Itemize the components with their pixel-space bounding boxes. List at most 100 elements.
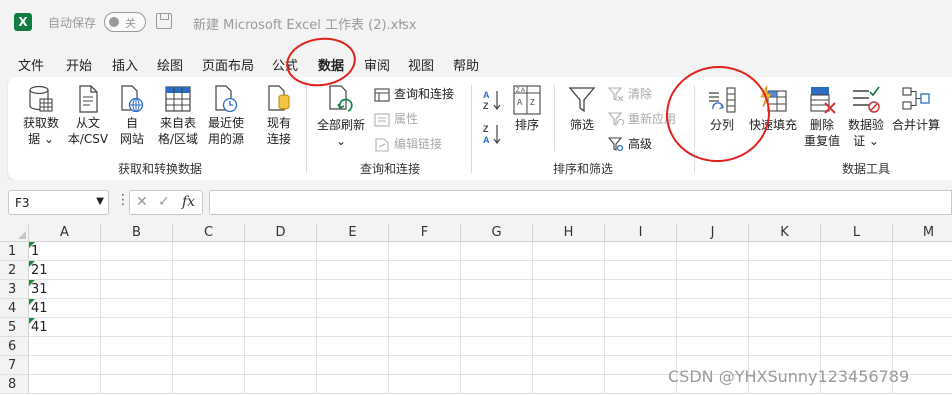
- cell-b4[interactable]: [101, 299, 173, 318]
- column-header-i[interactable]: I: [605, 224, 677, 242]
- insert-function-icon[interactable]: fx: [182, 194, 195, 210]
- recent-sources-button[interactable]: 最近使 用的源: [204, 85, 248, 147]
- column-header-k[interactable]: K: [749, 224, 821, 242]
- existing-connections-button[interactable]: 现有 连接: [262, 85, 296, 147]
- column-header-l[interactable]: L: [821, 224, 893, 242]
- cell-j6[interactable]: [677, 337, 749, 356]
- row-header-3[interactable]: 3: [0, 280, 29, 299]
- cell-b2[interactable]: [101, 261, 173, 280]
- cell-m1[interactable]: [893, 242, 952, 261]
- row-header-2[interactable]: 2: [0, 261, 29, 280]
- cell-f3[interactable]: [389, 280, 461, 299]
- advanced-filter-button[interactable]: 高级: [608, 136, 652, 152]
- cell-g2[interactable]: [461, 261, 533, 280]
- remove-duplicates-button[interactable]: 删除 重复值: [804, 85, 840, 149]
- cell-j1[interactable]: [677, 242, 749, 261]
- row-header-7[interactable]: 7: [0, 356, 29, 375]
- cell-d4[interactable]: [245, 299, 317, 318]
- cell-h1[interactable]: [533, 242, 605, 261]
- cell-a7[interactable]: [29, 356, 101, 375]
- column-header-h[interactable]: H: [533, 224, 605, 242]
- cell-k3[interactable]: [749, 280, 821, 299]
- queries-connections-button[interactable]: 查询和连接: [374, 86, 454, 102]
- cell-e8[interactable]: [317, 375, 389, 394]
- consolidate-button[interactable]: 合并计算: [890, 85, 942, 133]
- select-all-button[interactable]: [0, 224, 29, 242]
- cell-g3[interactable]: [461, 280, 533, 299]
- cell-g5[interactable]: [461, 318, 533, 337]
- cell-e2[interactable]: [317, 261, 389, 280]
- cell-a2[interactable]: 21: [29, 261, 101, 280]
- more-options-icon[interactable]: ⋮: [116, 192, 130, 208]
- filter-button[interactable]: 筛选: [564, 85, 600, 133]
- chevron-down-icon[interactable]: ⌄: [396, 13, 406, 27]
- sort-ascending-button[interactable]: A Z: [482, 89, 502, 115]
- tab-review[interactable]: 审阅: [364, 55, 390, 74]
- cell-g1[interactable]: [461, 242, 533, 261]
- cell-m6[interactable]: [893, 337, 952, 356]
- tab-home[interactable]: 开始: [66, 55, 92, 74]
- cell-h2[interactable]: [533, 261, 605, 280]
- edit-links-button[interactable]: 编辑链接: [374, 136, 442, 152]
- cell-k2[interactable]: [749, 261, 821, 280]
- cell-h5[interactable]: [533, 318, 605, 337]
- cell-i7[interactable]: [605, 356, 677, 375]
- refresh-all-button[interactable]: 全部刷新 ⌄: [314, 85, 368, 149]
- formula-input[interactable]: [209, 190, 952, 215]
- cell-c3[interactable]: [173, 280, 245, 299]
- column-header-m[interactable]: M: [893, 224, 952, 242]
- cell-d3[interactable]: [245, 280, 317, 299]
- row-header-5[interactable]: 5: [0, 318, 29, 337]
- cell-l1[interactable]: [821, 242, 893, 261]
- row-header-1[interactable]: 1: [0, 242, 29, 261]
- tab-data[interactable]: 数据: [318, 55, 345, 80]
- cell-e6[interactable]: [317, 337, 389, 356]
- row-header-4[interactable]: 4: [0, 299, 29, 318]
- row-header-6[interactable]: 6: [0, 337, 29, 356]
- cell-c4[interactable]: [173, 299, 245, 318]
- cell-g6[interactable]: [461, 337, 533, 356]
- cell-e7[interactable]: [317, 356, 389, 375]
- cell-d6[interactable]: [245, 337, 317, 356]
- cell-c1[interactable]: [173, 242, 245, 261]
- cell-b1[interactable]: [101, 242, 173, 261]
- cell-e4[interactable]: [317, 299, 389, 318]
- cell-i6[interactable]: [605, 337, 677, 356]
- cell-l6[interactable]: [821, 337, 893, 356]
- tab-insert[interactable]: 插入: [112, 55, 138, 74]
- cell-i2[interactable]: [605, 261, 677, 280]
- chevron-down-icon[interactable]: ▼: [96, 196, 104, 207]
- cell-b5[interactable]: [101, 318, 173, 337]
- from-web-button[interactable]: 自 网站: [114, 85, 150, 147]
- cell-h7[interactable]: [533, 356, 605, 375]
- cell-a8[interactable]: [29, 375, 101, 394]
- cell-c8[interactable]: [173, 375, 245, 394]
- cell-h3[interactable]: [533, 280, 605, 299]
- sort-descending-button[interactable]: Z A: [482, 123, 502, 149]
- cell-j2[interactable]: [677, 261, 749, 280]
- tab-page-layout[interactable]: 页面布局: [202, 55, 254, 74]
- cell-a5[interactable]: 41: [29, 318, 101, 337]
- cell-d2[interactable]: [245, 261, 317, 280]
- data-validation-button[interactable]: 数据验 证 ⌄: [844, 85, 888, 149]
- cell-f8[interactable]: [389, 375, 461, 394]
- cell-l4[interactable]: [821, 299, 893, 318]
- cell-e5[interactable]: [317, 318, 389, 337]
- cell-f6[interactable]: [389, 337, 461, 356]
- cell-l3[interactable]: [821, 280, 893, 299]
- cell-j5[interactable]: [677, 318, 749, 337]
- cell-c7[interactable]: [173, 356, 245, 375]
- cell-i5[interactable]: [605, 318, 677, 337]
- tab-draw[interactable]: 绘图: [157, 55, 183, 74]
- cell-d1[interactable]: [245, 242, 317, 261]
- cell-f1[interactable]: [389, 242, 461, 261]
- cell-f4[interactable]: [389, 299, 461, 318]
- cell-l5[interactable]: [821, 318, 893, 337]
- clear-filter-button[interactable]: 清除: [608, 86, 652, 102]
- tab-view[interactable]: 视图: [408, 55, 434, 74]
- confirm-icon[interactable]: ✓: [158, 194, 170, 210]
- cell-b7[interactable]: [101, 356, 173, 375]
- get-data-button[interactable]: 获取数 据 ⌄: [20, 85, 62, 147]
- cell-f2[interactable]: [389, 261, 461, 280]
- properties-button[interactable]: 属性: [374, 111, 418, 127]
